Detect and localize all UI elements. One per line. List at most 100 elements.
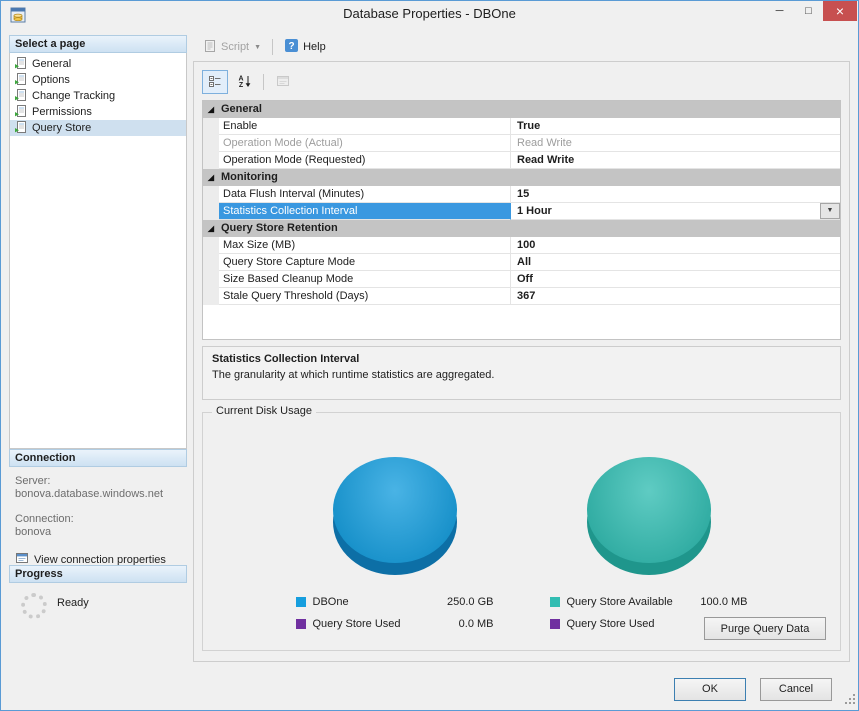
content-panel: A Z <box>193 61 850 662</box>
categorized-icon <box>208 74 222 91</box>
server-value: bonova.database.windows.net <box>15 488 181 501</box>
sidebar-item-change-tracking[interactable]: Change Tracking <box>10 88 186 104</box>
categorized-button[interactable] <box>202 70 228 94</box>
property-value[interactable]: All <box>511 254 840 271</box>
category-name: Monitoring <box>219 169 278 186</box>
pie-chart-dbone <box>333 457 457 575</box>
disk-usage-charts: DBOne 250.0 GB Query Store Used 0.0 MB <box>203 457 840 635</box>
property-value[interactable]: 367 <box>511 288 840 305</box>
legend-label: DBOne <box>313 596 448 608</box>
property-grid: ◢ General Enable True Operation Mode (Ac… <box>202 100 841 340</box>
property-label[interactable]: Data Flush Interval (Minutes) <box>219 186 511 203</box>
sidebar-item-options[interactable]: Options <box>10 72 186 88</box>
property-label[interactable]: Max Size (MB) <box>219 237 511 254</box>
chevron-down-icon: ▼ <box>254 44 261 51</box>
sidebar-item-permissions[interactable]: Permissions <box>10 104 186 120</box>
maximize-button[interactable]: □ <box>794 1 823 21</box>
window-title: Database Properties - DBOne <box>1 1 858 31</box>
legend-swatch <box>296 597 306 607</box>
property-value[interactable]: Read Write <box>511 152 840 169</box>
category-gutter: ◢ <box>203 169 219 186</box>
maximize-icon: □ <box>805 5 812 17</box>
sidebar-item-query-store[interactable]: Query Store <box>10 120 186 136</box>
property-value[interactable]: Read Write <box>511 135 840 152</box>
database-properties-window: Database Properties - DBOne ─ □ × Select… <box>0 0 859 711</box>
sidebar-item-label: Query Store <box>32 122 91 134</box>
category-expanded-icon: ◢ <box>208 225 214 233</box>
property-value[interactable]: 15 <box>511 186 840 203</box>
legend-dbone: DBOne 250.0 GB Query Store Used 0.0 MB <box>296 591 494 635</box>
connection-label: Connection: <box>15 513 181 526</box>
chart-dbone: DBOne 250.0 GB Query Store Used 0.0 MB <box>296 457 494 635</box>
property-row-size-based-cleanup-mode[interactable]: Size Based Cleanup Mode Off <box>203 271 840 288</box>
row-gutter <box>203 186 219 203</box>
caption-buttons: ─ □ × <box>765 1 857 21</box>
property-row-query-store-capture-mode[interactable]: Query Store Capture Mode All <box>203 254 840 271</box>
pie-top <box>587 457 711 563</box>
help-button[interactable]: ? Help <box>278 36 332 58</box>
property-label[interactable]: Operation Mode (Actual) <box>219 135 511 152</box>
description-title: Statistics Collection Interval <box>212 353 831 365</box>
legend-value: 0.0 MB <box>459 618 494 630</box>
progress-status: Ready <box>57 597 89 609</box>
main-panel: Script ▼ ? Help <box>193 35 850 662</box>
row-gutter <box>203 118 219 135</box>
progress-panel: Ready <box>9 583 187 668</box>
alphabetical-sort-button[interactable]: A Z <box>231 70 257 94</box>
property-label[interactable]: Query Store Capture Mode <box>219 254 511 271</box>
resize-grip[interactable] <box>843 692 856 708</box>
property-row-data-flush-interval[interactable]: Data Flush Interval (Minutes) 15 <box>203 186 840 203</box>
property-row-statistics-collection-interval[interactable]: Statistics Collection Interval 1 Hour ▼ <box>203 203 840 220</box>
category-row-query-store-retention[interactable]: ◢ Query Store Retention <box>203 220 840 237</box>
category-name: General <box>219 101 262 118</box>
legend-label: Query Store Used <box>567 618 713 630</box>
purge-query-data-button[interactable]: Purge Query Data <box>704 617 826 640</box>
property-label[interactable]: Stale Query Threshold (Days) <box>219 288 511 305</box>
property-row-max-size[interactable]: Max Size (MB) 100 <box>203 237 840 254</box>
script-button[interactable]: Script ▼ <box>197 36 267 58</box>
legend-swatch <box>550 619 560 629</box>
close-button[interactable]: × <box>823 1 857 21</box>
legend-label: Query Store Used <box>313 618 459 630</box>
connection-header: Connection <box>9 449 187 467</box>
row-gutter <box>203 237 219 254</box>
property-label[interactable]: Enable <box>219 118 511 135</box>
row-gutter <box>203 135 219 152</box>
combo-value: 1 Hour <box>517 203 552 219</box>
property-pages-button[interactable] <box>270 70 296 94</box>
page-icon <box>14 104 28 121</box>
page-icon <box>14 120 28 137</box>
connection-panel: Server: bonova.database.windows.net Conn… <box>9 467 187 565</box>
property-row-operation-mode-requested[interactable]: Operation Mode (Requested) Read Write <box>203 152 840 169</box>
property-row-stale-query-threshold[interactable]: Stale Query Threshold (Days) 367 <box>203 288 840 305</box>
category-expanded-icon: ◢ <box>208 106 214 114</box>
property-label[interactable]: Size Based Cleanup Mode <box>219 271 511 288</box>
progress-header: Progress <box>9 565 187 583</box>
property-grid-toolbar: A Z <box>202 70 841 94</box>
help-label: Help <box>303 41 326 53</box>
sidebar-item-general[interactable]: General <box>10 56 186 72</box>
disk-usage-groupbox: Current Disk Usage DBOne <box>202 412 841 651</box>
property-label[interactable]: Operation Mode (Requested) <box>219 152 511 169</box>
property-value[interactable]: Off <box>511 271 840 288</box>
minimize-button[interactable]: ─ <box>765 1 794 21</box>
page-icon <box>14 72 28 89</box>
property-value[interactable]: True <box>511 118 840 135</box>
combo-dropdown-button[interactable]: ▼ <box>820 203 840 219</box>
legend-swatch <box>296 619 306 629</box>
server-block: Server: bonova.database.windows.net <box>15 475 181 501</box>
cancel-button[interactable]: Cancel <box>760 678 832 701</box>
property-label[interactable]: Statistics Collection Interval <box>219 203 511 220</box>
property-row-operation-mode-actual[interactable]: Operation Mode (Actual) Read Write <box>203 135 840 152</box>
property-value[interactable]: 100 <box>511 237 840 254</box>
row-gutter <box>203 254 219 271</box>
category-row-monitoring[interactable]: ◢ Monitoring <box>203 169 840 186</box>
property-row-enable[interactable]: Enable True <box>203 118 840 135</box>
svg-text:?: ? <box>289 41 295 52</box>
category-row-general[interactable]: ◢ General <box>203 101 840 118</box>
ok-button[interactable]: OK <box>674 678 746 701</box>
progress-spinner-icon <box>21 593 47 619</box>
description-text: The granularity at which runtime statist… <box>212 369 831 381</box>
property-value-combobox[interactable]: 1 Hour ▼ <box>511 203 840 220</box>
row-gutter <box>203 203 219 220</box>
